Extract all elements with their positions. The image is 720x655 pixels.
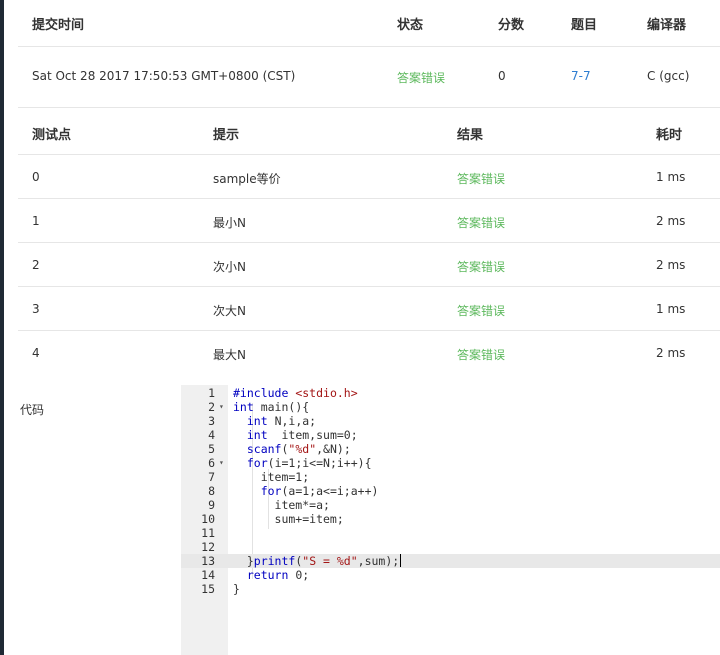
testcase-result: 答案错误 [457,172,506,186]
code-text: for(i=1;i<=N;i++){ [246,456,372,470]
fold-toggle-icon[interactable]: ▾ [219,456,224,470]
table-row: 3 次大N 答案错误 1 ms [18,287,720,331]
line-number: 15 [201,582,215,596]
testcase-hint: 最小N [213,216,246,230]
code-line[interactable]: 1 #include <stdio.h> [181,386,720,400]
submission-detail: 提交时间 状态 分数 题目 编译器 Sat Oct 28 2017 17:50:… [18,0,720,374]
table-row: 0 sample等价 答案错误 1 ms [18,155,720,199]
code-line[interactable]: 4 int item,sum=0; [181,428,720,442]
testcase-time: 2 ms [656,346,686,360]
code-line[interactable]: 6 ▾ for(i=1;i<=N;i++){ [181,456,720,470]
testcase-id: 2 [32,258,40,272]
header-time: 耗时 [656,128,683,143]
header-hint: 提示 [213,128,240,143]
code-text: return 0; [246,568,310,582]
line-number: 11 [201,526,215,540]
testcase-time: 1 ms [656,170,686,184]
code-line[interactable]: 2 ▾ int main(){ [181,400,720,414]
header-score: 分数 [498,18,525,33]
text-cursor [400,554,402,567]
code-text: int item,sum=0; [246,428,358,442]
testcase-hint: 次小N [213,260,246,274]
code-text: item=1; [233,470,310,484]
code-text: int main(){ [233,400,310,414]
line-number: 14 [201,568,215,582]
header-problem: 题目 [571,18,598,33]
testcase-hint: sample等价 [213,172,281,186]
submission-status: 答案错误 [397,71,446,85]
table-row: 2 次小N 答案错误 2 ms [18,243,720,287]
line-number: 9 [208,498,215,512]
header-result: 结果 [457,128,484,143]
testcase-id: 0 [32,170,40,184]
code-text: #include <stdio.h> [233,386,358,400]
line-number: 3 [208,414,215,428]
line-number: 7 [208,470,215,484]
code-text: scanf("%d",&N); [246,442,351,456]
code-line[interactable]: 11 [181,526,720,540]
line-number: 1 [208,386,215,400]
submission-table-header: 提交时间 状态 分数 题目 编译器 [18,0,720,47]
code-label: 代码 [20,403,45,417]
testcase-time: 2 ms [656,214,686,228]
header-submit-time: 提交时间 [32,18,85,33]
table-row: 1 最小N 答案错误 2 ms [18,199,720,243]
line-number: 13 [201,554,215,568]
testcase-result: 答案错误 [457,260,506,274]
line-number: 2 [208,400,215,414]
code-line[interactable]: 13 }printf("S = %d",sum); [181,554,720,568]
code-line[interactable]: 14 return 0; [181,568,720,582]
code-line[interactable]: 10 sum+=item; [181,512,720,526]
code-line[interactable]: 15} [181,582,720,596]
submit-time: Sat Oct 28 2017 17:50:53 GMT+0800 (CST) [32,69,296,83]
code-text: for(a=1;a<=i;a++) [260,484,379,498]
testcase-result: 答案错误 [457,304,506,318]
code-text: item*=a; [233,498,330,512]
line-number: 6 [208,456,215,470]
testcase-hint: 次大N [213,304,246,318]
line-number: 8 [208,484,215,498]
line-number: 5 [208,442,215,456]
testcase-id: 3 [32,302,40,316]
code-line[interactable]: 7 item=1; [181,470,720,484]
code-editor[interactable]: 1 #include <stdio.h> 2 ▾ int main(){3 int N,… [181,385,720,655]
testcase-time: 2 ms [656,258,686,272]
testcase-time: 1 ms [656,302,686,316]
testcase-result: 答案错误 [457,348,506,362]
submission-score: 0 [498,69,506,83]
code-text: }printf("S = %d",sum); [233,554,402,568]
code-line[interactable]: 8 for(a=1;a<=i;a++) [181,484,720,498]
testcase-hint: 最大N [213,348,246,362]
fold-toggle-icon[interactable]: ▾ [219,400,224,414]
code-line[interactable]: 12 [181,540,720,554]
code-line[interactable]: 3 int N,i,a; [181,414,720,428]
problem-link[interactable]: 7-7 [571,69,591,83]
code-text: sum+=item; [233,512,344,526]
submission-compiler: C (gcc) [647,69,690,83]
header-status: 状态 [397,18,424,33]
testcase-result: 答案错误 [457,216,506,230]
code-text: int N,i,a; [246,414,317,428]
table-row: 4 最大N 答案错误 2 ms [18,331,720,374]
testcase-id: 4 [32,346,40,360]
testcase-id: 1 [32,214,40,228]
header-compiler: 编译器 [647,18,687,33]
code-text: } [233,582,240,596]
testcase-table-header: 测试点 提示 结果 耗时 [18,108,720,155]
line-number: 12 [201,540,215,554]
left-edge-bar [0,0,4,655]
submission-row: Sat Oct 28 2017 17:50:53 GMT+0800 (CST) … [18,47,720,108]
line-number: 4 [208,428,215,442]
line-number: 10 [201,512,215,526]
header-testcase: 测试点 [32,128,72,143]
code-line[interactable]: 9 item*=a; [181,498,720,512]
code-line[interactable]: 5 scanf("%d",&N); [181,442,720,456]
